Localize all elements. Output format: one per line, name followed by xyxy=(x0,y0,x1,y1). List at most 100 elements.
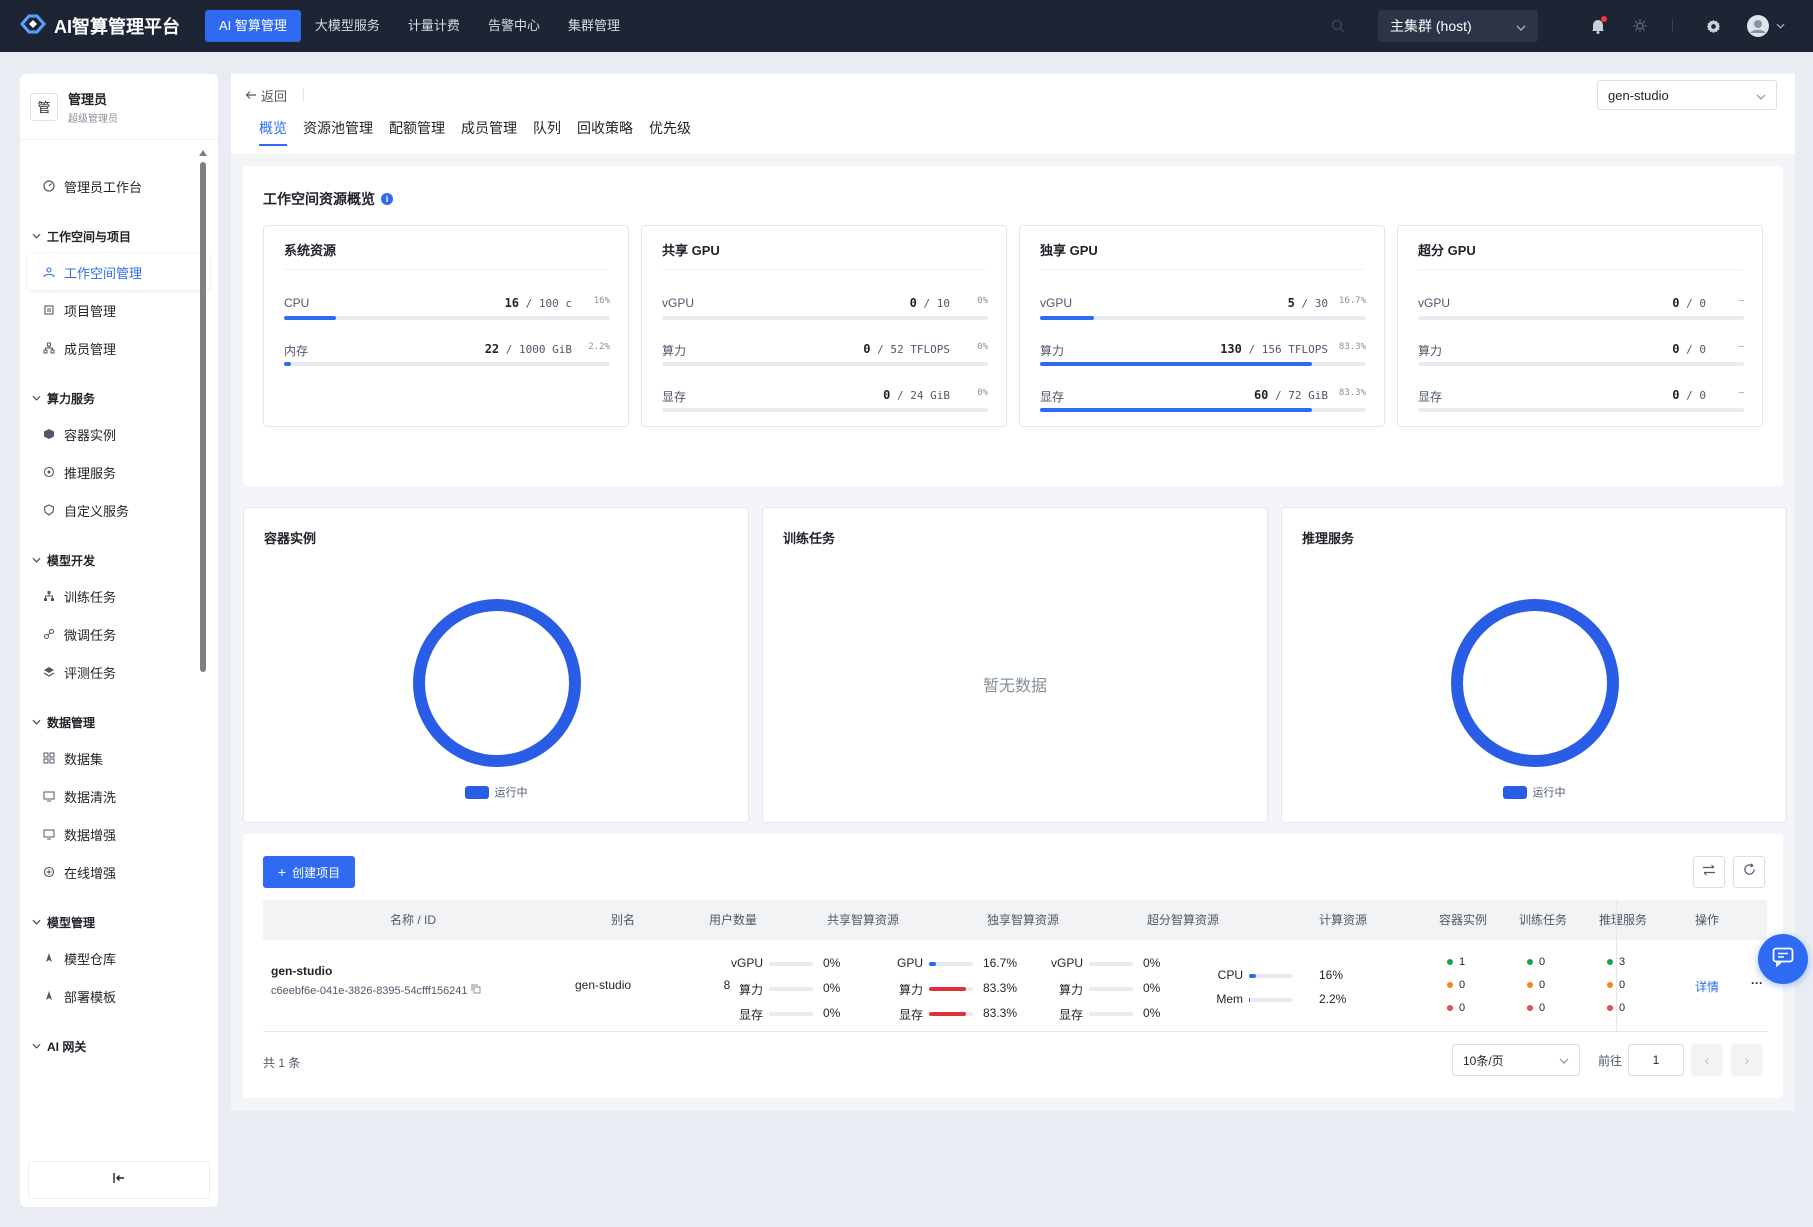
mini-percent: 0% xyxy=(823,981,841,995)
th-shared: 共享智算资源 xyxy=(826,913,899,927)
swap-icon xyxy=(1702,863,1716,881)
top-bar: AI智算管理平台 AI 智算管理 大模型服务 计量计费 告警中心 集群管理 主集… xyxy=(0,0,1813,52)
sidebar-group-compute-service[interactable]: 算力服务 xyxy=(28,384,210,412)
sidebar-item-finetune-jobs[interactable]: 微调任务 xyxy=(28,616,210,652)
resource-percent: 83.3% xyxy=(1338,342,1366,352)
app-title: AI智算管理平台 xyxy=(54,17,180,37)
sidebar-item-online-augmentation[interactable]: 在线增强 xyxy=(28,854,210,890)
topnav-llm-service[interactable]: 大模型服务 xyxy=(301,10,394,42)
tab-members[interactable]: 成员管理 xyxy=(461,118,517,146)
chat-button[interactable] xyxy=(1758,934,1808,984)
sidebar-group-title: AI 网关 xyxy=(47,1039,87,1054)
donut-chart[interactable] xyxy=(1282,508,1788,824)
column-settings-button[interactable] xyxy=(1693,856,1725,888)
project-name[interactable]: gen-studio xyxy=(271,964,332,978)
mini-percent: 2.2% xyxy=(1319,992,1347,1006)
sidebar-item-workspace-management[interactable]: 工作空间管理 xyxy=(28,254,210,290)
donut-ring-running xyxy=(413,599,581,767)
bell-icon[interactable] xyxy=(1588,16,1608,36)
resource-value: 0 / 0 xyxy=(1672,388,1706,402)
more-actions-button[interactable]: ··· xyxy=(1751,976,1763,990)
topnav-alerts[interactable]: 告警中心 xyxy=(474,10,554,42)
legend-label: 运行中 xyxy=(1532,787,1566,799)
sidebar-item-data-cleaning[interactable]: 数据清洗 xyxy=(28,778,210,814)
sidebar-group-ai-gateway[interactable]: AI 网关 xyxy=(28,1032,210,1060)
table-row[interactable]: gen-studio c6eebf6e-041e-3826-8395-54cfff… xyxy=(263,940,1767,1032)
th-users: 用户数量 xyxy=(708,913,757,927)
detail-link[interactable]: 详情 xyxy=(1695,978,1719,995)
resource-progress-bar xyxy=(1418,408,1744,412)
mini-percent: 0% xyxy=(1143,956,1161,970)
resource-used: 130 xyxy=(1220,342,1242,356)
topnav-ai-compute[interactable]: AI 智算管理 xyxy=(205,10,301,42)
tab-resource-pool[interactable]: 资源池管理 xyxy=(303,118,373,146)
refresh-button[interactable] xyxy=(1733,856,1765,888)
topnav-cluster[interactable]: 集群管理 xyxy=(554,10,634,42)
search-icon[interactable] xyxy=(1328,16,1348,36)
scroll-up-arrow[interactable] xyxy=(199,150,207,156)
resource-label: 显存 xyxy=(1040,390,1065,404)
tab-quota[interactable]: 配额管理 xyxy=(389,118,445,146)
page-input[interactable]: 1 xyxy=(1628,1044,1684,1076)
page-size-select[interactable]: 10条/页 xyxy=(1452,1044,1580,1076)
sidebar-group-data-management[interactable]: 数据管理 xyxy=(28,708,210,736)
info-icon[interactable]: i xyxy=(381,193,393,205)
tab-recycle-policy[interactable]: 回收策略 xyxy=(577,118,633,146)
shared-gpu-card: 共享 GPU vGPU 0 / 10 0% 算力 0 / 52 TFLOPS 0% 显存 0 /… xyxy=(641,225,1007,427)
chevron-down-icon xyxy=(32,1041,41,1051)
sidebar-item-label: 工作空间管理 xyxy=(64,265,143,281)
next-page-button[interactable]: › xyxy=(1731,1044,1763,1076)
sidebar-item-admin-workbench[interactable]: 管理员工作台 xyxy=(28,168,210,204)
cluster-select[interactable]: 主集群 (host) xyxy=(1378,10,1538,42)
chart-legend[interactable]: 运行中 xyxy=(244,784,748,800)
resource-progress-bar xyxy=(284,316,610,320)
resource-used: 60 xyxy=(1253,388,1269,402)
sidebar-item-label: 容器实例 xyxy=(64,427,117,443)
avatar[interactable] xyxy=(1745,15,1785,37)
sidebar-item-deploy-templates[interactable]: 部署模板 xyxy=(28,978,210,1014)
sidebar-item-model-repository[interactable]: 模型仓库 xyxy=(28,940,210,976)
refresh-icon xyxy=(1743,863,1756,881)
copy-icon[interactable] xyxy=(471,984,481,997)
logo[interactable]: AI智算管理平台 xyxy=(20,13,205,40)
sidebar-item-container-instances[interactable]: 容器实例 xyxy=(28,416,210,452)
gear-icon[interactable] xyxy=(1703,16,1723,36)
tab-overview[interactable]: 概览 xyxy=(259,118,287,146)
back-button[interactable]: 返回 xyxy=(245,86,287,105)
donut-chart[interactable] xyxy=(244,508,750,824)
mini-label: 显存 xyxy=(738,1008,763,1022)
sidebar-item-label: 成员管理 xyxy=(64,341,117,357)
chart-legend[interactable]: 运行中 xyxy=(1282,784,1786,800)
create-project-button[interactable]: + 创建项目 xyxy=(263,856,355,888)
sidebar-group-model-dev[interactable]: 模型开发 xyxy=(28,546,210,574)
sidebar-group-model-management[interactable]: 模型管理 xyxy=(28,908,210,936)
topnav-billing[interactable]: 计量计费 xyxy=(394,10,474,42)
sun-icon[interactable] xyxy=(1630,16,1650,36)
status-count-value: 0 xyxy=(1539,1002,1546,1014)
th-containers: 容器实例 xyxy=(1438,913,1487,927)
sidebar-item-custom-service[interactable]: 自定义服务 xyxy=(28,492,210,528)
workspace-select[interactable]: gen-studio xyxy=(1597,80,1777,110)
sidebar-item-training-jobs[interactable]: 训练任务 xyxy=(28,578,210,614)
divider xyxy=(1672,20,1673,32)
sidebar-item-datasets[interactable]: 数据集 xyxy=(28,740,210,776)
sidebar-item-member-management[interactable]: 成员管理 xyxy=(28,330,210,366)
mini-progress-bar xyxy=(1249,998,1293,1002)
sidebar-scrollbar[interactable] xyxy=(200,162,206,672)
prev-page-button[interactable]: ‹ xyxy=(1691,1044,1723,1076)
sidebar-item-evaluation-jobs[interactable]: 评测任务 xyxy=(28,654,210,690)
chevron-right-icon: › xyxy=(1744,1052,1750,1068)
resource-progress-fill xyxy=(1040,362,1312,366)
mini-label: 算力 xyxy=(738,983,763,997)
mini-percent: 0% xyxy=(1143,1006,1161,1020)
tab-queue[interactable]: 队列 xyxy=(533,118,561,146)
resource-mini-bar: 算力 0% xyxy=(1047,981,1197,997)
sidebar-item-project-management[interactable]: 项目管理 xyxy=(28,292,210,328)
mini-progress-fill xyxy=(929,1012,966,1016)
sidebar-item-inference-service[interactable]: 推理服务 xyxy=(28,454,210,490)
sidebar-item-data-augmentation[interactable]: 数据增强 xyxy=(28,816,210,852)
sidebar-group-workspace-project[interactable]: 工作空间与项目 xyxy=(28,222,210,250)
tab-priority[interactable]: 优先级 xyxy=(649,118,691,146)
resource-label: 算力 xyxy=(1040,344,1065,358)
collapse-sidebar-button[interactable] xyxy=(28,1161,210,1199)
